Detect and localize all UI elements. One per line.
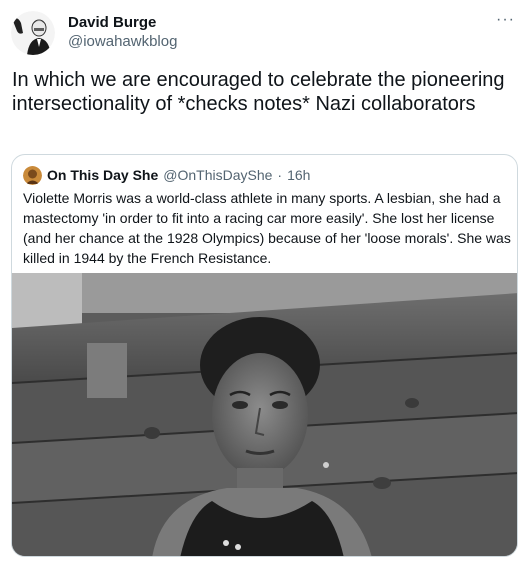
quoted-tweet-text: Violette Morris was a world-class athlet… <box>23 190 511 266</box>
quoted-tweet[interactable]: On This Day She @OnThisDayShe · 16h Viol… <box>11 154 518 557</box>
quoted-timestamp[interactable]: 16h <box>287 167 310 183</box>
author-display-name[interactable]: David Burge <box>68 13 177 32</box>
tweet-header: David Burge @iowahawkblog ··· <box>11 11 517 55</box>
author-avatar[interactable] <box>11 11 55 55</box>
quoted-photo[interactable] <box>12 273 517 556</box>
quoted-display-name[interactable]: On This Day She <box>47 167 158 183</box>
tweet-text: In which we are encouraged to celebrate … <box>12 69 505 115</box>
quoted-separator: · <box>277 167 283 183</box>
quoted-author-avatar[interactable] <box>23 165 42 185</box>
quoted-tweet-header: On This Day She @OnThisDayShe · 16h <box>23 165 310 185</box>
author-names: David Burge @iowahawkblog <box>68 13 177 52</box>
quoted-handle[interactable]: @OnThisDayShe <box>163 167 272 183</box>
more-options-icon[interactable]: ··· <box>496 11 515 29</box>
author-handle[interactable]: @iowahawkblog <box>68 32 177 52</box>
